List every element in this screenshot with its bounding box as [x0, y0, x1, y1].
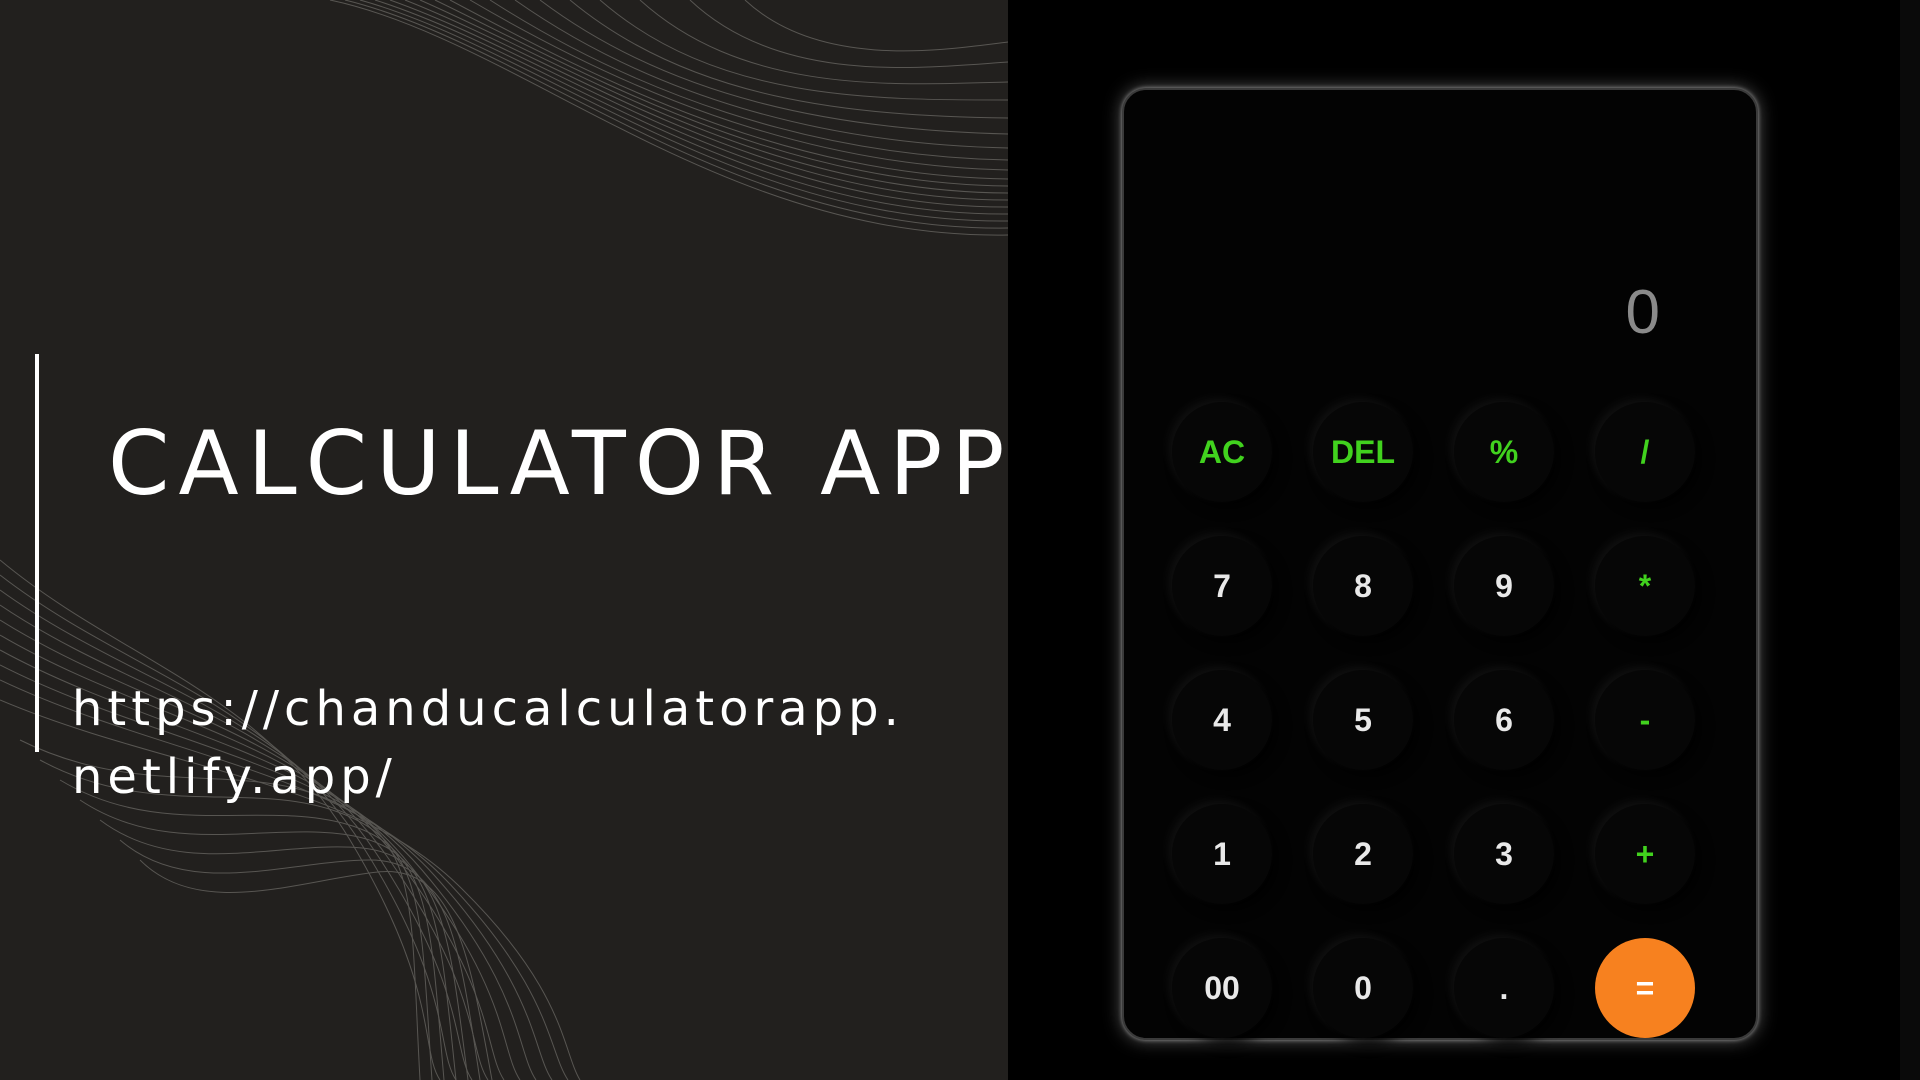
- decimal-button[interactable]: .: [1454, 938, 1554, 1038]
- digit-9-button[interactable]: 9: [1454, 536, 1554, 636]
- digit-2-button[interactable]: 2: [1313, 804, 1413, 904]
- delete-button[interactable]: DEL: [1313, 402, 1413, 502]
- wave-lines-decoration: [0, 0, 1008, 1080]
- equals-button[interactable]: =: [1595, 938, 1695, 1038]
- double-zero-button[interactable]: 00: [1172, 938, 1272, 1038]
- app-url[interactable]: https://chanducalculatorapp. netlify.app…: [72, 675, 904, 811]
- digit-1-button[interactable]: 1: [1172, 804, 1272, 904]
- digit-5-button[interactable]: 5: [1313, 670, 1413, 770]
- slide-left-panel: CALCULATOR APP https://chanducalculatora…: [0, 0, 1008, 1080]
- accent-bar: [35, 354, 39, 752]
- divide-button[interactable]: /: [1595, 402, 1695, 502]
- plus-button[interactable]: +: [1595, 804, 1695, 904]
- app-url-line-1[interactable]: https://chanducalculatorapp.: [72, 675, 904, 743]
- calculator-display: 0: [1625, 278, 1660, 347]
- minus-button[interactable]: -: [1595, 670, 1695, 770]
- app-url-line-2[interactable]: netlify.app/: [72, 743, 904, 811]
- digit-4-button[interactable]: 4: [1172, 670, 1272, 770]
- page-title: CALCULATOR APP: [108, 412, 1008, 515]
- digit-6-button[interactable]: 6: [1454, 670, 1554, 770]
- digit-3-button[interactable]: 3: [1454, 804, 1554, 904]
- multiply-button[interactable]: *: [1595, 536, 1695, 636]
- calculator-body: 0 AC DEL % / 7 8 9 * 4 5 6 - 1 2 3 + 00 …: [1122, 88, 1758, 1040]
- digit-0-button[interactable]: 0: [1313, 938, 1413, 1038]
- clear-button[interactable]: AC: [1172, 402, 1272, 502]
- right-edge-strip: [1900, 0, 1920, 1080]
- calculator-keypad: AC DEL % / 7 8 9 * 4 5 6 - 1 2 3 + 00 0 …: [1172, 402, 1706, 1038]
- percent-button[interactable]: %: [1454, 402, 1554, 502]
- digit-8-button[interactable]: 8: [1313, 536, 1413, 636]
- digit-7-button[interactable]: 7: [1172, 536, 1272, 636]
